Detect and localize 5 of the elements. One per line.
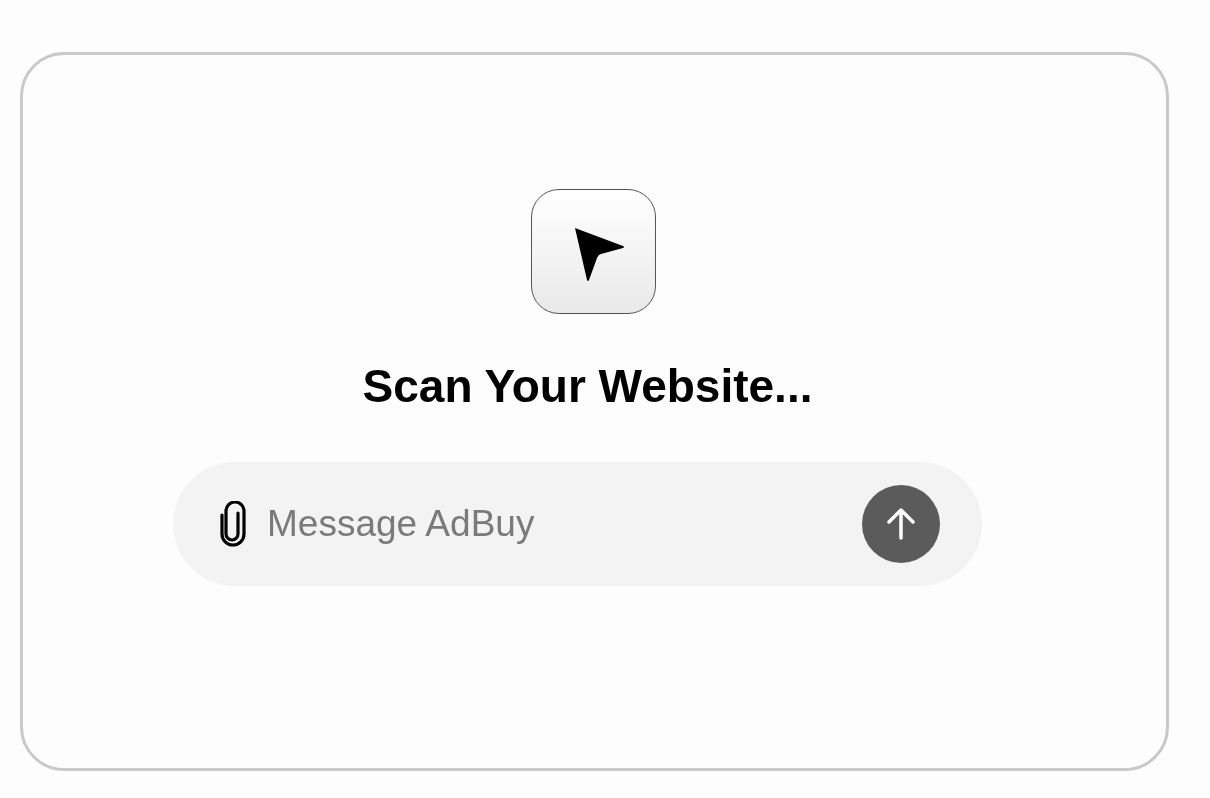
cursor-app-icon: [531, 189, 656, 314]
message-composer[interactable]: Message AdBuy: [173, 462, 982, 586]
message-field[interactable]: Message AdBuy: [267, 496, 862, 552]
heading: Scan Your Website...: [362, 359, 813, 414]
paperclip-icon[interactable]: [217, 501, 249, 547]
